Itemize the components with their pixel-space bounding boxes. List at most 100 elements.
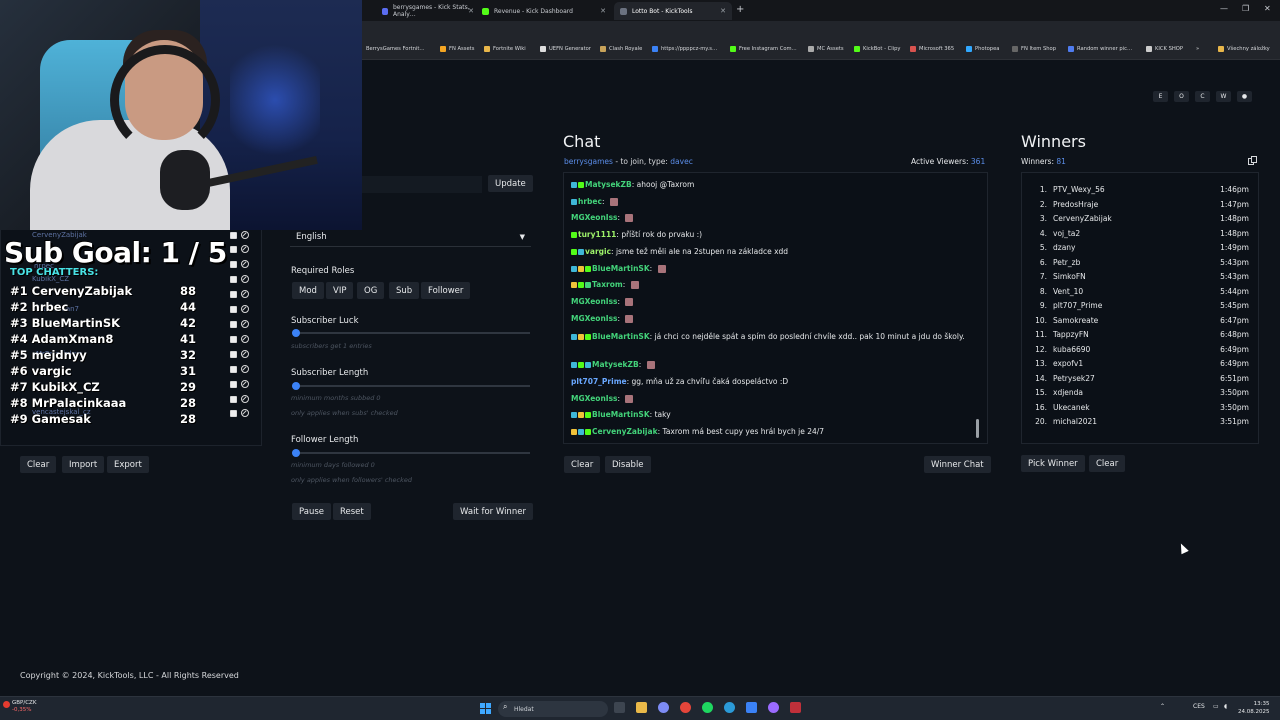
chat-username[interactable]: BlueMartinSK <box>592 410 650 419</box>
start-icon[interactable] <box>480 703 491 714</box>
ban-icon[interactable] <box>241 335 249 343</box>
spotify-icon[interactable] <box>702 702 713 713</box>
winners-clear-button[interactable]: Clear <box>1089 455 1126 472</box>
winner-row[interactable]: 12. kuba6690 6:49pm <box>1033 345 1249 357</box>
bookmark-item[interactable]: https://ppppcz-my.s… <box>652 46 717 52</box>
checkbox-icon[interactable] <box>230 291 237 298</box>
edge-icon[interactable] <box>724 702 735 713</box>
close-icon[interactable]: ✕ <box>600 7 606 15</box>
chat-box[interactable]: MatysekZB: ahooj @Taxrom hrbec: MGXeonIss… <box>563 172 988 444</box>
bookmark-item[interactable]: Clash Royale <box>600 46 642 52</box>
checkbox-icon[interactable] <box>230 276 237 283</box>
winner-row[interactable]: 15. xdjenda 3:50pm <box>1033 388 1249 400</box>
tab-kick-stats[interactable]: berrysgames - Kick Stats, Analy… ✕ <box>376 2 480 20</box>
chat-username[interactable]: CervenyZabijak <box>592 427 658 436</box>
taskbar-search[interactable]: Hledat <box>498 701 608 717</box>
update-button[interactable]: Update <box>488 175 533 192</box>
role-vip-button[interactable]: VIP <box>326 282 354 299</box>
role-sub-button[interactable]: Sub <box>389 282 420 299</box>
bookmark-item[interactable]: UEFN Generator <box>540 46 591 52</box>
task-view-icon[interactable] <box>614 702 625 713</box>
chat-username[interactable]: BlueMartinSK <box>592 332 650 341</box>
bookmark-item[interactable]: MC Assets <box>808 46 844 52</box>
winner-row[interactable]: 3. CervenyZabijak 1:48pm <box>1033 214 1249 226</box>
checkbox-icon[interactable] <box>230 306 237 313</box>
ban-icon[interactable] <box>241 231 249 239</box>
ban-icon[interactable] <box>241 409 249 417</box>
checkbox-icon[interactable] <box>230 396 237 403</box>
checkbox-icon[interactable] <box>230 410 237 417</box>
tray-chevron-icon[interactable]: ⌃ <box>1160 703 1165 710</box>
checkbox-icon[interactable] <box>230 381 237 388</box>
bookmark-item[interactable]: KickBot - Clipy <box>854 46 901 52</box>
taskbar-clock[interactable]: 13:35 24.08.2025 <box>1238 700 1270 716</box>
new-tab-icon[interactable]: + <box>736 4 744 15</box>
winner-row[interactable]: 16. Ukecanek 3:50pm <box>1033 403 1249 415</box>
pause-button[interactable]: Pause <box>292 503 331 520</box>
ban-icon[interactable] <box>241 395 249 403</box>
checkbox-icon[interactable] <box>230 246 237 253</box>
slider-knob[interactable] <box>292 382 300 390</box>
winner-row[interactable]: 20. michal2021 3:51pm <box>1033 417 1249 429</box>
import-button[interactable]: Import <box>62 456 105 473</box>
app-icon[interactable] <box>658 702 669 713</box>
winner-row[interactable]: 8. Vent_10 5:44pm <box>1033 287 1249 299</box>
ban-icon[interactable] <box>241 365 249 373</box>
channel-name[interactable]: berrysgames <box>564 157 613 166</box>
winner-row[interactable]: 1. PTV_Wexy_56 1:46pm <box>1033 185 1249 197</box>
chat-username[interactable]: Taxrom <box>592 280 623 289</box>
bookmark-item[interactable]: BerrysGames Fortnit… <box>366 46 425 52</box>
wait-for-winner-button[interactable]: Wait for Winner <box>453 503 533 520</box>
w-icon[interactable]: W <box>1216 91 1231 102</box>
chat-username[interactable]: MatysekZB <box>592 360 639 369</box>
chat-scrollbar[interactable] <box>976 419 979 438</box>
stock-widget-icon[interactable] <box>3 701 10 708</box>
messenger-icon[interactable] <box>768 702 779 713</box>
e-icon[interactable]: E <box>1153 91 1168 102</box>
ban-icon[interactable] <box>241 320 249 328</box>
file-explorer-icon[interactable] <box>636 702 647 713</box>
follower-length-slider[interactable] <box>292 449 530 457</box>
role-mod-button[interactable]: Mod <box>292 282 324 299</box>
bookmark-item[interactable]: KICK SHOP <box>1146 46 1183 52</box>
chat-username[interactable]: MGXeonIss <box>571 314 618 323</box>
recorder-icon[interactable] <box>790 702 801 713</box>
chat-username[interactable]: MGXeonIss <box>571 297 618 306</box>
chat-username[interactable]: MGXeonIss <box>571 394 618 403</box>
close-icon[interactable]: ✕ <box>720 7 726 15</box>
clear-entries-button[interactable]: Clear <box>20 456 57 473</box>
bookmark-item[interactable]: Fortnite Wiki <box>484 46 526 52</box>
chat-username[interactable]: MatysekZB <box>585 180 632 189</box>
window-close-icon[interactable]: ✕ <box>1264 4 1271 13</box>
role-follower-button[interactable]: Follower <box>421 282 471 299</box>
tab-revenue[interactable]: Revenue - Kick Dashboard ✕ <box>476 2 612 20</box>
chat-username[interactable]: BlueMartinSK <box>592 264 650 273</box>
reset-button[interactable]: Reset <box>333 503 371 520</box>
bookmark-item[interactable]: Microsoft 365 <box>910 46 954 52</box>
bookmark-item[interactable]: Photopea <box>966 46 999 52</box>
checkbox-icon[interactable] <box>230 351 237 358</box>
chat-username[interactable]: hrbec <box>578 197 602 206</box>
subscriber-length-slider[interactable] <box>292 382 530 390</box>
close-icon[interactable]: ✕ <box>468 7 474 15</box>
chrome-icon[interactable] <box>680 702 691 713</box>
slider-knob[interactable] <box>292 329 300 337</box>
checkbox-icon[interactable] <box>230 336 237 343</box>
network-icon[interactable]: ▭ <box>1213 703 1219 710</box>
chat-username[interactable]: tury1111 <box>578 230 616 239</box>
ban-icon[interactable] <box>241 350 249 358</box>
winner-row[interactable]: 11. TappzyFN 6:48pm <box>1033 330 1249 342</box>
winner-row[interactable]: 9. plt707_Prime 5:45pm <box>1033 301 1249 313</box>
copy-icon[interactable] <box>1248 156 1257 165</box>
language-indicator[interactable]: CES <box>1193 703 1205 710</box>
checkbox-icon[interactable] <box>230 321 237 328</box>
winner-row[interactable]: 4. voj_ta2 1:48pm <box>1033 229 1249 241</box>
c-icon[interactable]: C <box>1195 91 1210 102</box>
winner-row[interactable]: 5. dzany 1:49pm <box>1033 243 1249 255</box>
maximize-icon[interactable]: ❐ <box>1242 4 1249 13</box>
tab-lotto-bot[interactable]: Lotto Bot - KickTools ✕ <box>614 2 732 20</box>
chat-clear-button[interactable]: Clear <box>564 456 601 473</box>
language-select[interactable]: English ▼ <box>290 229 531 247</box>
all-bookmarks[interactable]: Všechny záložky <box>1218 46 1270 52</box>
checkbox-icon[interactable] <box>230 366 237 373</box>
